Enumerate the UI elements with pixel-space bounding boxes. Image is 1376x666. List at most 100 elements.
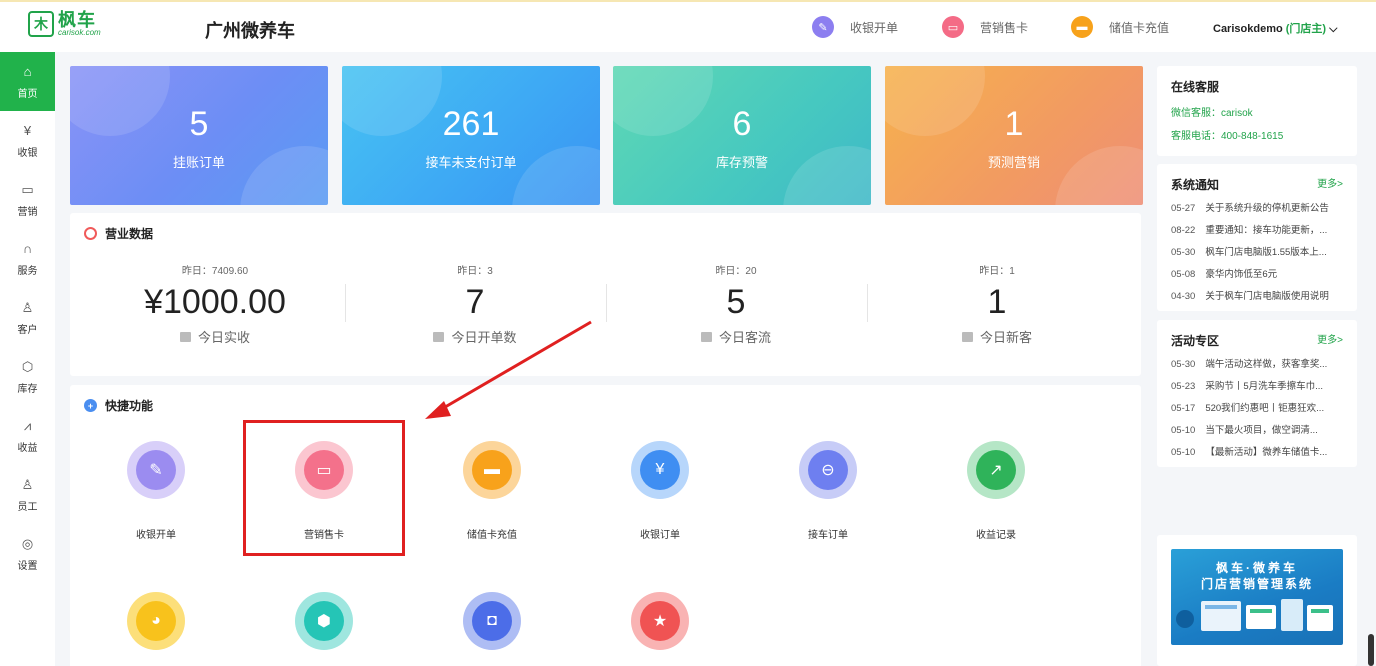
- panel-title: 活动专区: [1171, 334, 1220, 348]
- stat-label: 挂账订单: [172, 155, 225, 170]
- sidebar-item-home[interactable]: ⌂ 首页: [0, 52, 55, 111]
- quick-revenue-records[interactable]: ↗ 收益记录: [941, 441, 1051, 541]
- quick-item-7[interactable]: ◕: [101, 592, 211, 650]
- edit-icon: ✎: [136, 450, 176, 490]
- card-icon: ▭: [304, 450, 344, 490]
- more-link[interactable]: 更多>: [1317, 331, 1343, 346]
- quick-item-8[interactable]: ⬢: [269, 592, 379, 650]
- panel-title: 在线客服: [1171, 80, 1220, 94]
- service-phone[interactable]: 客服电话：400-848-1615: [1171, 127, 1283, 142]
- sidebar-item-service[interactable]: ∩ 服务: [0, 229, 55, 288]
- list-item[interactable]: 05-17 520我们约惠吧丨钜惠狂欢...: [1171, 400, 1347, 414]
- pie-icon: ◕: [136, 601, 176, 641]
- sell-card-button[interactable]: ▭ 营销售卡: [942, 16, 1028, 38]
- quick-item-10[interactable]: ★: [605, 592, 715, 650]
- settings-icon: ◎: [21, 535, 34, 551]
- quick-cashier-order[interactable]: ✎ 收银开单: [101, 441, 211, 541]
- traffic-icon: [700, 331, 712, 342]
- home-icon: ⌂: [23, 64, 32, 79]
- wallet-icon: ▬: [472, 450, 512, 490]
- headset-icon: ∩: [22, 241, 33, 256]
- list-item[interactable]: 05-27 关于系统升级的停机更新公告: [1171, 200, 1347, 214]
- sidebar-item-settings[interactable]: ◎ 设置: [0, 524, 55, 583]
- top-bar: 木 枫车 carisok.com 广州微养车 ✎ 收银开单 ▭ 营销售卡 ▬ 储…: [0, 0, 1376, 52]
- logo-domain: carisok.com: [58, 28, 101, 37]
- online-service-panel: 在线客服 微信客服：carisok 客服电话：400-848-1615: [1157, 66, 1357, 156]
- stat-card-unpaid-orders[interactable]: 261 接车未支付订单: [342, 66, 600, 205]
- receipt-icon: [179, 331, 191, 342]
- sidebar-item-staff[interactable]: ♙ 员工: [0, 465, 55, 524]
- sidebar-item-cashier[interactable]: ¥ 收银: [0, 111, 55, 170]
- activity-panel: 活动专区 更多> 05-30 端午活动这样做，获客拿奖... 05-23 采购节丨5…: [1157, 320, 1357, 467]
- store-name: 广州微养车: [205, 21, 295, 41]
- system-notice-panel: 系统通知 更多> 05-27 关于系统升级的停机更新公告 08-22 重要通知：接车…: [1157, 164, 1357, 311]
- sidebar-item-customers[interactable]: ♙ 客户: [0, 288, 55, 347]
- stat-card-pending-orders[interactable]: 5 挂账订单: [70, 66, 328, 205]
- sidebar-item-inventory[interactable]: ⬡ 库存: [0, 347, 55, 406]
- logo[interactable]: 木 枫车 carisok.com: [28, 11, 101, 37]
- today-new-customers: 昨日：1 1 今日新客: [867, 262, 1127, 346]
- document-icon: [433, 331, 445, 342]
- list-item[interactable]: 05-10 【最新活动】微养车储值卡...: [1171, 444, 1347, 458]
- logo-text: 枫车: [58, 10, 96, 30]
- sidebar-item-revenue[interactable]: ⩘ 收益: [0, 406, 55, 465]
- user-icon: ♙: [21, 299, 34, 315]
- section-title: + 快捷功能: [84, 397, 153, 414]
- bag-icon: ◘: [472, 601, 512, 641]
- list-item[interactable]: 08-22 重要通知：接车功能更新，...: [1171, 222, 1347, 236]
- banner-illustration: [1176, 599, 1333, 631]
- edit-icon: ✎: [812, 16, 834, 38]
- card-icon: ▭: [942, 16, 964, 38]
- cashier-order-button[interactable]: ✎ 收银开单: [812, 16, 898, 38]
- yesterday-value: 昨日：1: [979, 266, 1015, 277]
- quick-item-9[interactable]: ◘: [437, 592, 547, 650]
- bar-chart-icon: [961, 331, 973, 342]
- bookmark-icon: ★: [640, 601, 680, 641]
- grid-icon: +: [84, 399, 97, 412]
- stat-card-stock-alert[interactable]: 6 库存预警: [613, 66, 871, 205]
- yesterday-value: 昨日：3: [457, 266, 493, 277]
- yen-icon: ¥: [23, 123, 32, 138]
- ticket-icon: ▭: [21, 181, 34, 197]
- quick-sell-card[interactable]: ▭ 营销售卡: [269, 441, 379, 541]
- list-item[interactable]: 05-30 端午活动这样做，获客拿奖...: [1171, 356, 1347, 370]
- wallet-icon: ▬: [1071, 16, 1093, 38]
- car-icon: ⊖: [808, 450, 848, 490]
- sidebar: ⌂ 首页 ¥ 收银 ▭ 营销 ∩ 服务 ♙ 客户 ⬡ 库存 ⩘ 收益 ♙ 员工 …: [0, 52, 55, 666]
- scrollbar[interactable]: [1368, 634, 1374, 666]
- recharge-card-button[interactable]: ▬ 储值卡充值: [1071, 16, 1169, 38]
- panel-title: 系统通知: [1171, 178, 1220, 192]
- chevron-down-icon: ⌵: [1329, 23, 1338, 35]
- list-item[interactable]: 05-08 豪华内饰低至6元: [1171, 266, 1347, 280]
- today-value: 5: [726, 283, 746, 321]
- yesterday-value: 昨日：7409.60: [181, 266, 249, 277]
- staff-icon: ♙: [21, 476, 34, 492]
- list-item[interactable]: 05-23 采购节丨5月洗车季擦车巾...: [1171, 378, 1347, 392]
- stat-value: 6: [732, 105, 752, 143]
- hexagon-icon: ⬢: [304, 601, 344, 641]
- today-value: 7: [465, 283, 485, 321]
- stat-label: 预测营销: [987, 155, 1040, 170]
- sidebar-item-marketing[interactable]: ▭ 营销: [0, 170, 55, 229]
- more-link[interactable]: 更多>: [1317, 175, 1343, 190]
- stat-card-forecast-marketing[interactable]: 1 预测营销: [885, 66, 1143, 205]
- promo-banner[interactable]: 枫车·微养车 门店营销管理系统: [1171, 549, 1343, 645]
- quick-recharge-card[interactable]: ▬ 储值卡充值: [437, 441, 547, 541]
- stat-label: 库存预警: [715, 155, 768, 170]
- list-item[interactable]: 04-30 关于枫车门店电脑版使用说明: [1171, 288, 1347, 302]
- clock-icon: [84, 227, 97, 240]
- wechat-service[interactable]: 微信客服：carisok: [1171, 104, 1253, 119]
- list-item[interactable]: 05-30 枫车门店电脑版1.55版本上...: [1171, 244, 1347, 258]
- today-value: ¥1000.00: [144, 283, 286, 321]
- section-title: 营业数据: [84, 225, 153, 242]
- stat-value: 261: [442, 105, 500, 143]
- quick-cashier-orders[interactable]: ¥ 收银订单: [605, 441, 715, 541]
- list-item[interactable]: 05-10 当下最火项目，做空调清...: [1171, 422, 1347, 436]
- yesterday-value: 昨日：20: [715, 266, 757, 277]
- cube-icon: ⬡: [21, 358, 34, 374]
- chart-icon: ⩘: [23, 417, 32, 433]
- quick-vehicle-orders[interactable]: ⊖ 接车订单: [773, 441, 883, 541]
- user-name: Carisokdemo: [1213, 23, 1283, 35]
- user-menu[interactable]: Carisokdemo (门店主) ⌵: [1213, 20, 1338, 36]
- stat-value: 5: [189, 105, 209, 143]
